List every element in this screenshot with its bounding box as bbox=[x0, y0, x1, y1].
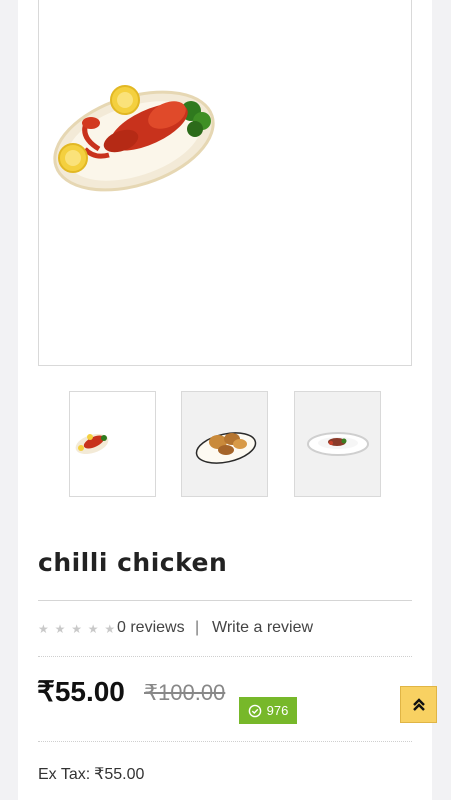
star-icon: ★ bbox=[87, 622, 100, 636]
ex-tax-label: Ex Tax: bbox=[38, 766, 91, 783]
star-icon: ★ bbox=[104, 622, 117, 636]
reviews-link[interactable]: 0 reviews bbox=[117, 619, 185, 637]
rating-divider bbox=[38, 656, 412, 657]
old-price: ₹100.00 bbox=[144, 680, 226, 705]
thumbnail-lobster[interactable] bbox=[69, 391, 156, 497]
rating-separator: | bbox=[195, 619, 200, 636]
scroll-to-top-button[interactable] bbox=[400, 686, 437, 723]
ex-tax-line: Ex Tax: ₹55.00 bbox=[38, 764, 144, 784]
product-title: chilli chicken bbox=[38, 548, 228, 577]
points-badge: 976 bbox=[239, 697, 297, 724]
star-icon: ★ bbox=[71, 622, 83, 636]
write-review-link[interactable]: Write a review bbox=[212, 619, 313, 637]
thumbnail-fried-chicken[interactable] bbox=[181, 391, 268, 497]
thumbnail-plated-dish[interactable] bbox=[294, 391, 381, 497]
price-divider bbox=[38, 741, 412, 742]
check-circle-icon bbox=[248, 704, 261, 717]
rating-stars: ★ ★ ★ ★ ★ bbox=[38, 622, 116, 636]
star-icon: ★ bbox=[38, 622, 50, 636]
points-value: 976 bbox=[266, 703, 289, 718]
star-icon: ★ bbox=[54, 622, 67, 636]
title-divider bbox=[38, 600, 412, 601]
main-product-image[interactable] bbox=[38, 0, 412, 366]
product-price: ₹55.00 bbox=[37, 676, 125, 707]
ex-tax-value: ₹55.00 bbox=[94, 766, 145, 783]
double-chevron-up-icon bbox=[412, 697, 425, 711]
